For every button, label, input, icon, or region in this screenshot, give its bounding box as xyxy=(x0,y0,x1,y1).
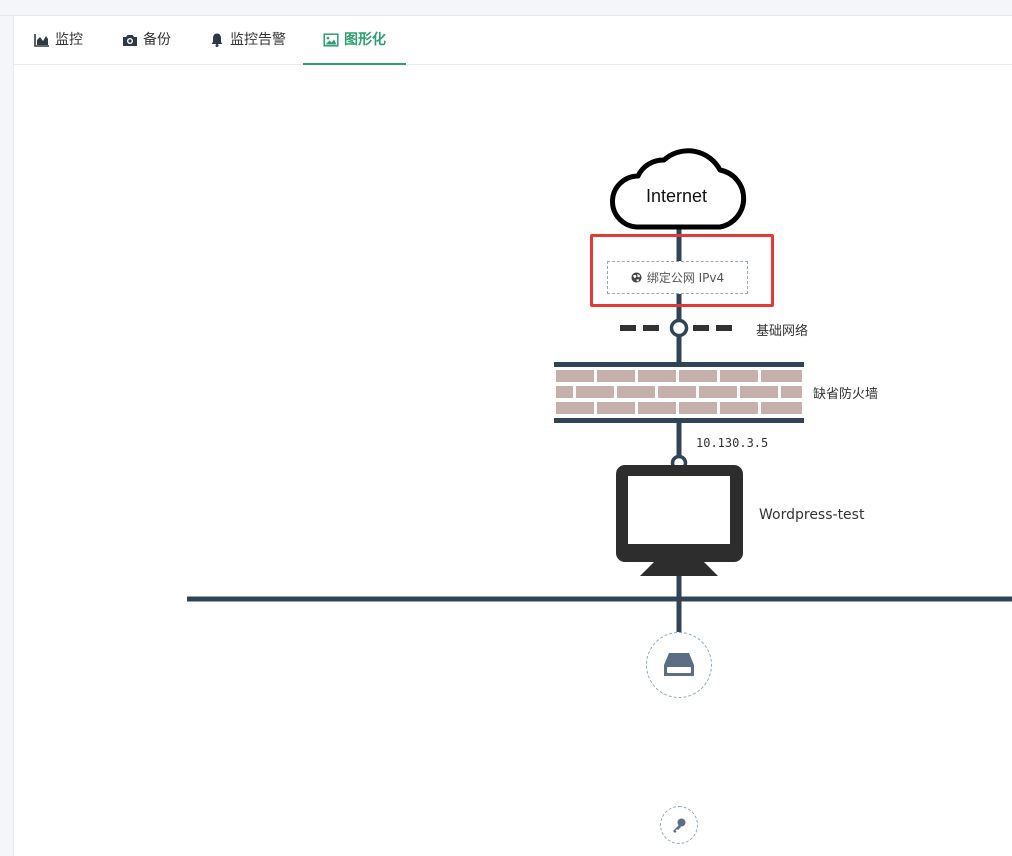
firewall-label[interactable]: 缺省防火墙 xyxy=(813,383,878,402)
disk-button[interactable] xyxy=(646,632,712,698)
ip-address-label: 10.130.3.5 xyxy=(696,436,769,450)
internet-label: Internet xyxy=(646,186,708,206)
network-label[interactable]: 基础网络 xyxy=(756,320,808,339)
bind-eip-button[interactable]: 绑定公网 IPv4 xyxy=(607,261,748,294)
network-node xyxy=(669,318,689,338)
hard-drive-icon xyxy=(664,653,694,676)
bind-eip-label: 绑定公网 IPv4 xyxy=(646,271,725,285)
key-button[interactable] xyxy=(660,806,698,844)
brick-wall-icon xyxy=(554,362,804,423)
key-icon xyxy=(673,818,686,833)
monitor-icon xyxy=(616,465,743,576)
topology-diagram xyxy=(187,148,1012,640)
globe-icon xyxy=(631,272,642,283)
instance-name-label[interactable]: Wordpress-test xyxy=(759,507,864,523)
